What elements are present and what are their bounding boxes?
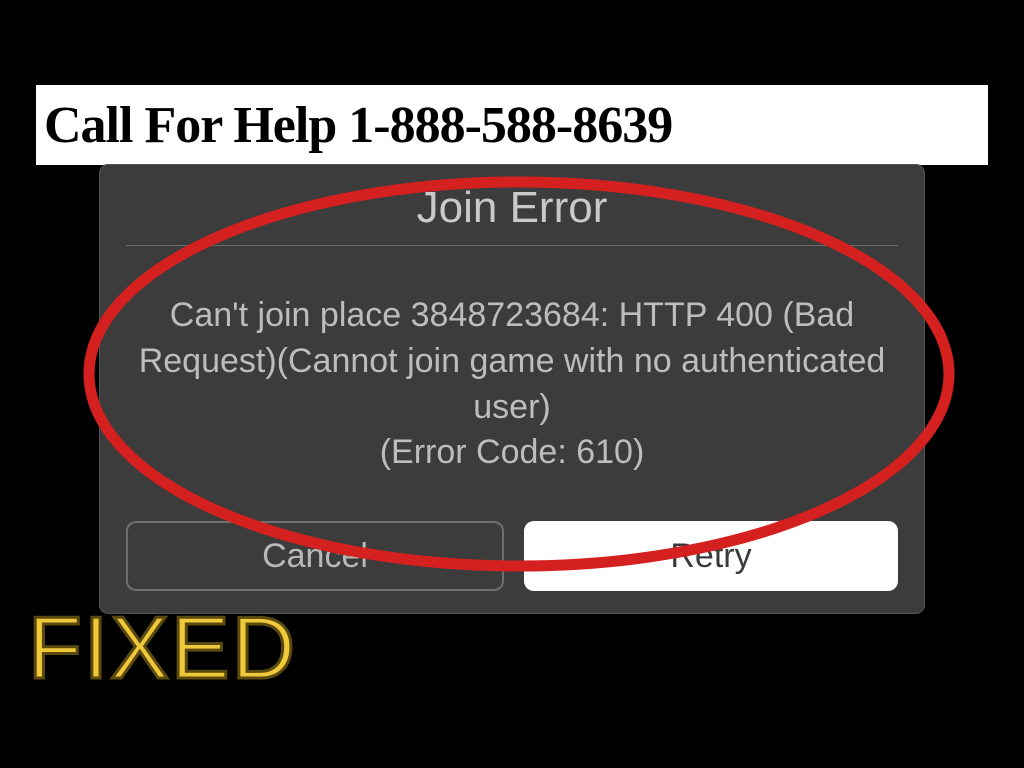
dialog-button-row: Cancel Retry bbox=[126, 521, 898, 591]
help-banner-text: Call For Help 1-888-588-8639 bbox=[44, 96, 672, 155]
retry-button[interactable]: Retry bbox=[524, 521, 898, 591]
dialog-message-line: (Error Code: 610) bbox=[380, 430, 645, 476]
dialog-message-line: Request)(Cannot join game with no authen… bbox=[139, 339, 886, 385]
dialog-message-line: user) bbox=[473, 385, 550, 431]
help-banner: Call For Help 1-888-588-8639 bbox=[36, 85, 988, 165]
dialog-title: Join Error bbox=[126, 183, 898, 245]
dialog-message: Can't join place 3848723684: HTTP 400 (B… bbox=[126, 246, 898, 513]
fixed-overlay-label: FIXED bbox=[28, 604, 297, 692]
cancel-button[interactable]: Cancel bbox=[126, 521, 504, 591]
dialog-message-line: Can't join place 3848723684: HTTP 400 (B… bbox=[170, 293, 854, 339]
join-error-dialog: Join Error Can't join place 3848723684: … bbox=[100, 165, 924, 613]
